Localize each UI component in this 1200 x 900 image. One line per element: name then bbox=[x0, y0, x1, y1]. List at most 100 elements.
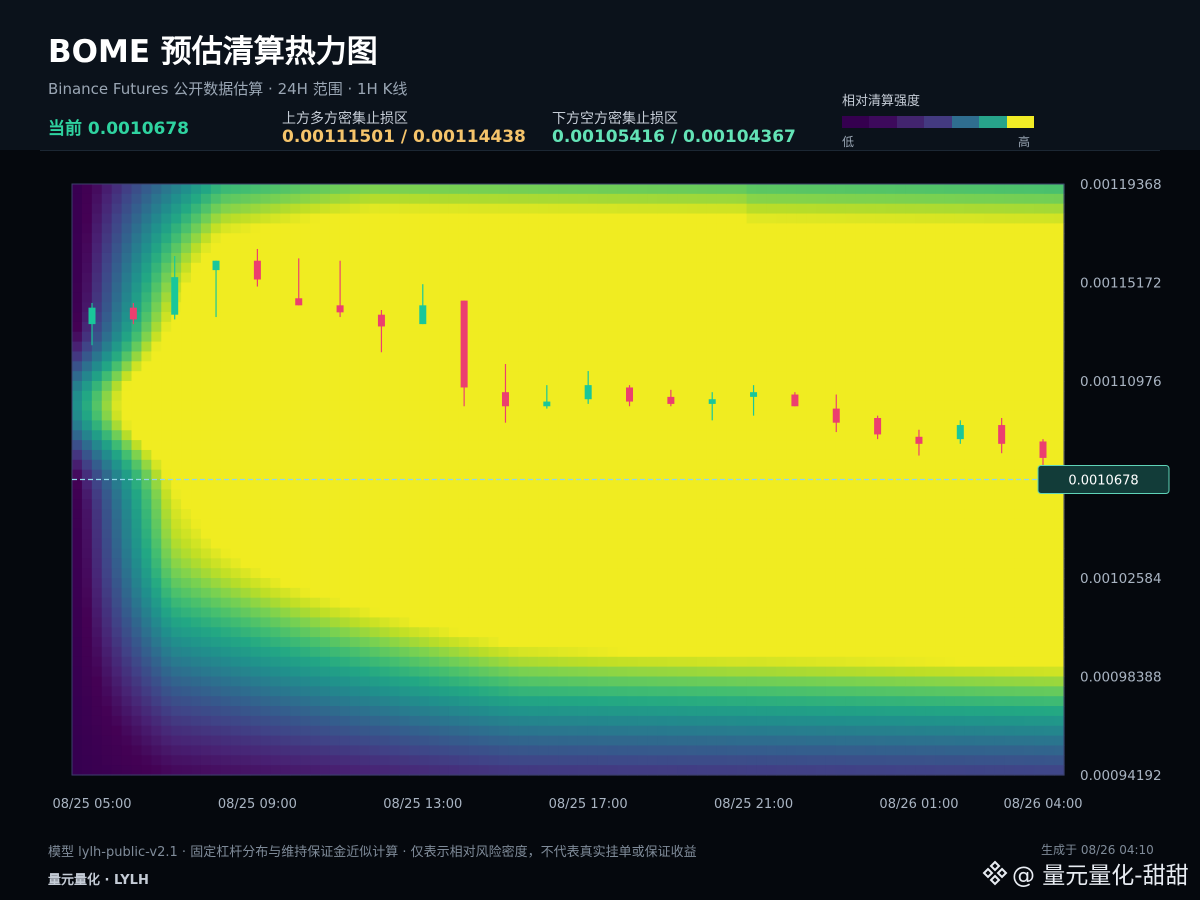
heat-cell bbox=[399, 706, 410, 717]
heat-cell bbox=[825, 302, 837, 313]
heat-cell bbox=[716, 735, 728, 747]
heat-cell bbox=[607, 203, 619, 215]
heat-cell bbox=[488, 755, 500, 766]
heat-cell bbox=[875, 568, 887, 579]
heat-cell bbox=[488, 223, 500, 234]
heat-cell bbox=[260, 666, 271, 678]
heat-cell bbox=[230, 252, 242, 264]
heat-cell bbox=[101, 656, 113, 668]
heat-cell bbox=[81, 617, 93, 628]
heat-cell bbox=[230, 410, 242, 421]
heat-cell bbox=[379, 765, 391, 776]
heat-cell bbox=[270, 706, 281, 717]
heat-cell bbox=[885, 607, 896, 618]
heat-cell bbox=[310, 637, 321, 648]
heat-cell bbox=[607, 381, 619, 392]
heat-cell bbox=[250, 292, 262, 303]
heat-cell bbox=[379, 459, 391, 471]
heat-cell bbox=[776, 341, 787, 353]
heat-cell bbox=[220, 548, 232, 559]
heat-cell bbox=[716, 282, 728, 293]
heat-cell bbox=[885, 371, 896, 382]
heat-cell bbox=[816, 262, 827, 274]
heat-cell bbox=[716, 331, 728, 343]
heat-cell bbox=[736, 341, 748, 353]
heat-cell bbox=[607, 666, 619, 678]
heat-cell bbox=[359, 637, 371, 648]
heat-cell bbox=[429, 725, 440, 737]
heat-cell bbox=[677, 203, 688, 215]
heat-cell bbox=[875, 725, 887, 737]
heat-cell bbox=[875, 440, 887, 451]
heat-cell bbox=[280, 666, 291, 678]
heat-cell bbox=[885, 627, 896, 638]
heat-cell bbox=[597, 400, 609, 412]
heat-cell bbox=[488, 184, 500, 195]
heat-cell bbox=[726, 371, 738, 382]
heat-cell bbox=[687, 637, 698, 648]
heat-cell bbox=[776, 666, 787, 678]
heat-cell bbox=[101, 548, 113, 559]
heat-cell bbox=[855, 381, 867, 392]
heat-cell bbox=[577, 351, 589, 362]
heat-cell bbox=[458, 597, 470, 609]
heat-cell bbox=[706, 627, 718, 638]
heat-cell bbox=[696, 371, 708, 382]
heat-cell bbox=[597, 499, 609, 510]
heat-cell bbox=[528, 193, 539, 205]
heat-cell bbox=[270, 528, 281, 540]
heat-cell bbox=[706, 706, 718, 717]
heat-cell bbox=[329, 184, 341, 195]
heat-cell bbox=[339, 509, 351, 520]
heat-cell bbox=[250, 489, 262, 500]
heat-cell bbox=[885, 430, 896, 441]
heat-cell bbox=[816, 459, 827, 471]
heat-cell bbox=[458, 193, 470, 205]
heat-cell bbox=[627, 252, 639, 264]
heat-cell bbox=[528, 499, 539, 510]
heat-cell bbox=[855, 518, 867, 530]
heat-cell bbox=[706, 184, 718, 195]
heat-cell bbox=[419, 341, 430, 353]
heat-cell bbox=[458, 272, 470, 284]
heat-cell bbox=[191, 262, 202, 274]
heat-cell bbox=[806, 518, 817, 530]
heat-cell bbox=[389, 578, 400, 589]
heat-cell bbox=[845, 449, 857, 461]
heat-cell bbox=[220, 578, 232, 589]
heat-cell bbox=[875, 587, 887, 599]
heat-cell bbox=[677, 617, 688, 628]
heat-cell bbox=[597, 509, 609, 520]
heat-cell bbox=[429, 341, 440, 353]
heat-cell bbox=[548, 223, 559, 234]
heat-cell bbox=[329, 646, 341, 658]
heat-cell bbox=[696, 243, 708, 254]
heat-cell bbox=[389, 538, 400, 550]
heat-cell bbox=[280, 361, 291, 372]
heat-cell bbox=[855, 578, 867, 589]
heat-cell bbox=[171, 410, 182, 421]
heat-cell bbox=[320, 381, 331, 392]
heat-cell bbox=[101, 430, 113, 441]
heat-cell bbox=[746, 321, 758, 333]
heat-cell bbox=[736, 666, 748, 678]
heat-cell bbox=[339, 617, 351, 628]
heat-cell bbox=[220, 292, 232, 303]
heat-cell bbox=[300, 725, 311, 737]
heat-cell bbox=[488, 578, 500, 589]
heat-cell bbox=[816, 725, 827, 737]
heat-cell bbox=[210, 656, 222, 668]
heat-cell bbox=[498, 243, 510, 254]
heat-cell bbox=[587, 440, 599, 451]
heat-cell bbox=[81, 233, 93, 244]
heat-cell bbox=[439, 666, 450, 678]
heat-cell bbox=[498, 676, 510, 687]
heat-cell bbox=[439, 243, 450, 254]
heat-cell bbox=[558, 252, 569, 264]
heat-cell bbox=[766, 715, 777, 727]
heat-cell bbox=[419, 479, 430, 490]
heat-cell bbox=[409, 361, 420, 372]
heat-cell bbox=[687, 243, 698, 254]
heat-cell bbox=[320, 302, 331, 313]
heat-cell bbox=[538, 302, 549, 313]
